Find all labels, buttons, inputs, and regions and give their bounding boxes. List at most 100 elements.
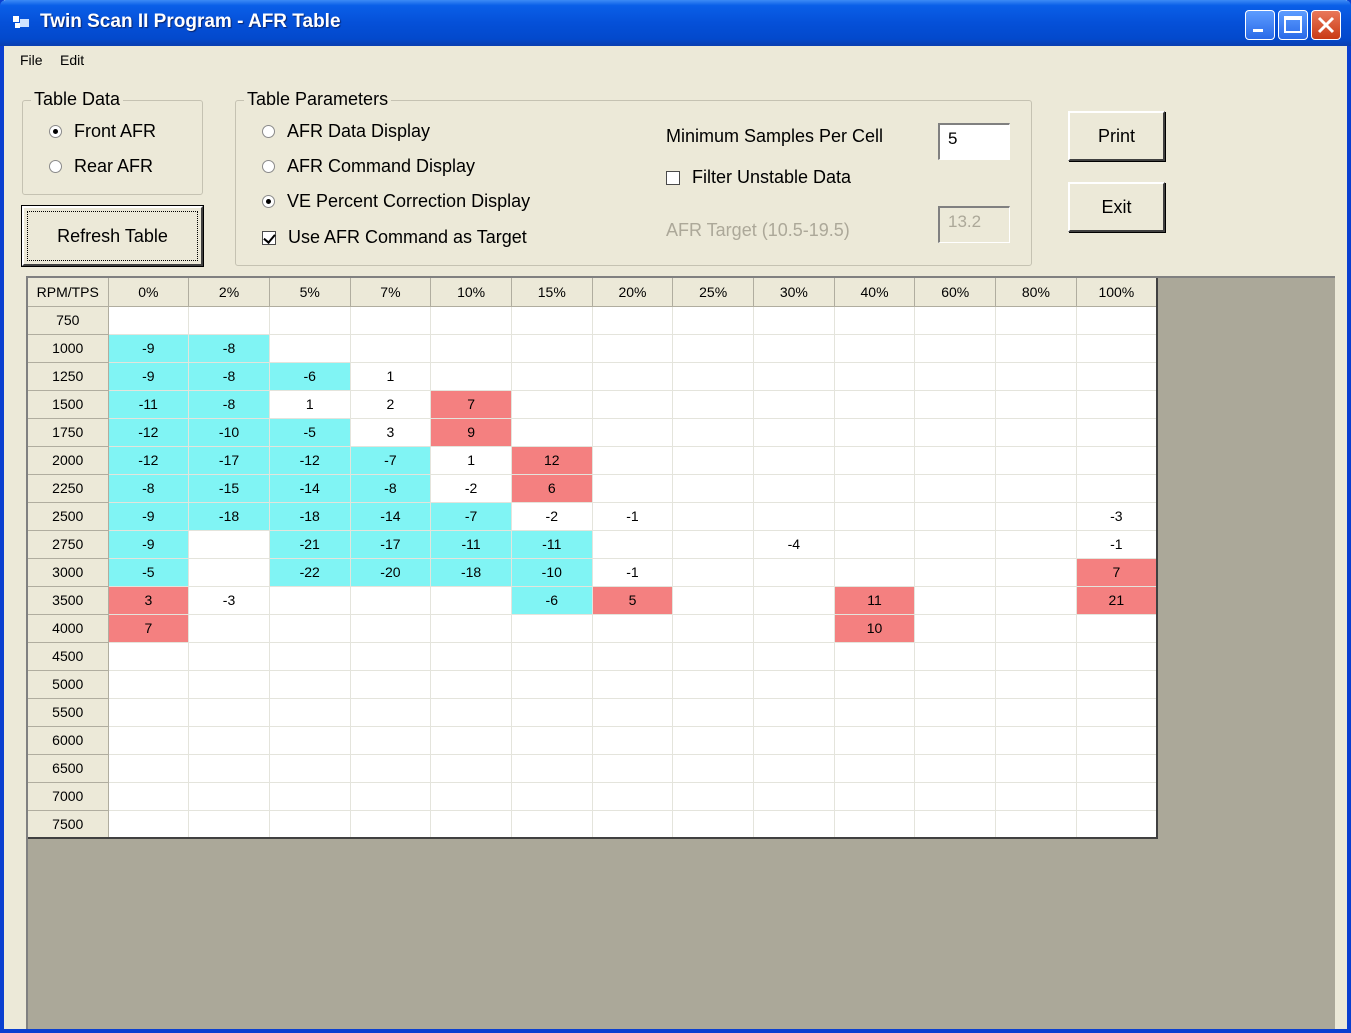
grid-cell[interactable] [914,810,997,839]
grid-cell[interactable] [672,726,754,755]
grid-cell[interactable] [350,754,432,783]
grid-cell[interactable] [350,306,432,335]
grid-cell[interactable] [188,558,270,587]
grid-cell[interactable] [753,334,835,363]
grid-cell[interactable]: 2 [350,390,432,419]
grid-cell[interactable] [753,558,835,587]
grid-cell[interactable] [753,782,835,811]
grid-cell[interactable] [834,754,916,783]
grid-cell[interactable]: 1 [430,446,512,475]
grid-cell[interactable] [914,530,997,559]
grid-cell[interactable] [753,362,835,391]
grid-cell[interactable] [592,334,674,363]
grid-cell[interactable] [995,810,1077,839]
grid-cell[interactable] [753,670,835,699]
grid-cell[interactable] [511,698,593,727]
print-button[interactable]: Print [1068,111,1165,161]
grid-cell[interactable]: -7 [350,446,432,475]
afr-command-display-radio[interactable]: AFR Command Display [262,156,475,177]
grid-cell[interactable] [108,642,190,671]
grid-cell[interactable] [834,334,916,363]
grid-cell[interactable]: 7 [430,390,512,419]
grid-cell[interactable] [511,670,593,699]
grid-cell[interactable] [753,306,835,335]
grid-cell[interactable]: 11 [834,586,916,615]
grid-cell[interactable] [834,726,916,755]
grid-cell[interactable] [592,642,674,671]
grid-cell[interactable] [914,642,997,671]
grid-cell[interactable] [188,670,270,699]
grid-cell[interactable] [914,586,997,615]
grid-cell[interactable]: -1 [1076,530,1158,559]
grid-cell[interactable] [914,362,997,391]
grid-cell[interactable] [430,782,512,811]
grid-cell[interactable] [672,782,754,811]
grid-cell[interactable] [914,754,997,783]
minimize-button[interactable] [1245,10,1275,40]
grid-cell[interactable]: -1 [592,558,674,587]
grid-cell[interactable]: 1 [350,362,432,391]
grid-cell[interactable] [430,642,512,671]
grid-cell[interactable] [914,502,997,531]
grid-cell[interactable] [995,362,1077,391]
grid-cell[interactable] [350,670,432,699]
grid-cell[interactable]: -8 [188,362,270,391]
grid-cell[interactable] [269,586,351,615]
grid-cell[interactable] [672,502,754,531]
grid-cell[interactable] [834,502,916,531]
grid-cell[interactable] [753,474,835,503]
grid-cell[interactable] [995,334,1077,363]
grid-cell[interactable] [511,390,593,419]
grid-cell[interactable]: -21 [269,530,351,559]
grid-cell[interactable] [1076,334,1158,363]
grid-cell[interactable] [350,782,432,811]
grid-cell[interactable]: -10 [188,418,270,447]
grid-cell[interactable] [188,782,270,811]
grid-cell[interactable] [430,726,512,755]
grid-cell[interactable] [914,698,997,727]
grid-cell[interactable] [753,754,835,783]
front-afr-radio[interactable]: Front AFR [49,121,156,142]
grid-cell[interactable] [592,810,674,839]
grid-cell[interactable] [753,390,835,419]
grid-cell[interactable] [914,334,997,363]
grid-cell[interactable] [914,306,997,335]
grid-cell[interactable] [592,726,674,755]
grid-cell[interactable] [108,670,190,699]
menu-edit[interactable]: Edit [60,52,84,68]
grid-cell[interactable]: -8 [108,474,190,503]
menu-file[interactable]: File [20,52,43,68]
grid-cell[interactable]: -9 [108,362,190,391]
grid-cell[interactable]: -11 [511,530,593,559]
grid-cell[interactable] [269,642,351,671]
grid-cell[interactable] [269,726,351,755]
grid-cell[interactable] [672,418,754,447]
grid-cell[interactable]: 21 [1076,586,1158,615]
grid-cell[interactable] [834,810,916,839]
grid-cell[interactable] [672,810,754,839]
use-afr-command-checkbox[interactable]: Use AFR Command as Target [262,227,527,248]
grid-cell[interactable] [753,642,835,671]
grid-cell[interactable]: -3 [1076,502,1158,531]
grid-cell[interactable] [1076,698,1158,727]
grid-cell[interactable] [672,390,754,419]
title-bar[interactable]: Twin Scan II Program - AFR Table [0,0,1351,46]
grid-cell[interactable]: -12 [108,418,190,447]
grid-cell[interactable] [672,306,754,335]
grid-cell[interactable]: -20 [350,558,432,587]
grid-cell[interactable]: -18 [188,502,270,531]
grid-cell[interactable] [592,754,674,783]
grid-cell[interactable] [672,446,754,475]
grid-cell[interactable] [430,586,512,615]
grid-cell[interactable] [672,362,754,391]
grid-cell[interactable] [834,558,916,587]
grid-cell[interactable] [188,726,270,755]
grid-cell[interactable] [672,754,754,783]
ve-percent-correction-radio[interactable]: VE Percent Correction Display [262,191,530,212]
grid-cell[interactable] [188,642,270,671]
grid-cell[interactable] [430,614,512,643]
grid-cell[interactable] [834,446,916,475]
grid-cell[interactable] [1076,390,1158,419]
grid-cell[interactable] [753,586,835,615]
grid-cell[interactable] [1076,306,1158,335]
